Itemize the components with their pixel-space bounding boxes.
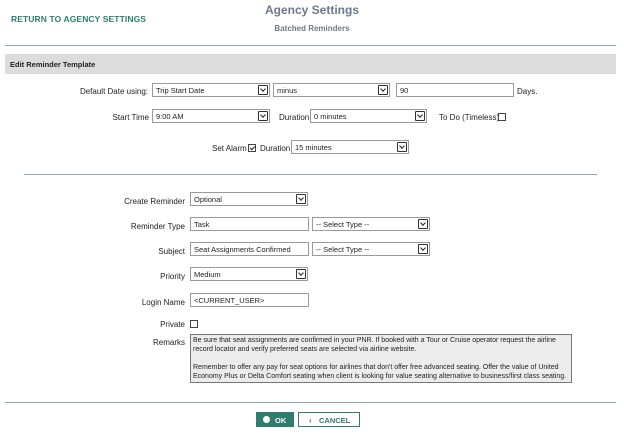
start-duration-label: Duration [279, 113, 310, 122]
create-reminder-value: Optional [194, 195, 222, 204]
subject-select[interactable]: -- Select Type -- [312, 242, 430, 256]
alarm-duration-select[interactable]: 15 minutes [291, 140, 409, 154]
default-date-direction-select[interactable]: minus [273, 83, 390, 97]
reminder-type-select-value: -- Select Type -- [316, 220, 370, 229]
subject-label: Subject [158, 247, 185, 256]
start-duration-select[interactable]: 0 minutes [310, 109, 427, 123]
login-name-input[interactable]: <CURRENT_USER> [190, 293, 309, 307]
days-input[interactable]: 90 [396, 83, 514, 97]
remarks-label: Remarks [152, 338, 185, 347]
default-date-basis-value: Trip Start Date [156, 86, 205, 95]
priority-select[interactable]: Medium [190, 267, 308, 281]
section-header: Edit Reminder Template [5, 54, 616, 74]
priority-value: Medium [194, 270, 221, 279]
subject-input[interactable]: Seat Assignments Confirmed [190, 242, 309, 256]
footer-divider [5, 402, 616, 403]
days-label: Days. [517, 87, 538, 96]
section-title: Edit Reminder Template [10, 60, 96, 69]
set-alarm-label: Set Alarm [212, 144, 247, 153]
chevron-down-icon [296, 269, 306, 279]
chevron-down-icon [418, 244, 428, 254]
remarks-paragraph-1: Be sure that seat assignments are confir… [193, 337, 556, 353]
start-time-value: 9:00 AM [156, 112, 184, 121]
page-subtitle: Batched Reminders [274, 24, 350, 33]
chevron-down-icon [415, 111, 425, 121]
default-date-direction-value: minus [277, 86, 298, 95]
subject-select-value: -- Select Type -- [316, 245, 370, 254]
cancel-button[interactable]: ‹ CANCEL [298, 412, 360, 427]
cancel-button-label: CANCEL [319, 416, 351, 425]
alarm-duration-label: Duration [260, 144, 291, 153]
ok-circle-icon [263, 416, 270, 423]
private-checkbox[interactable] [190, 320, 198, 328]
reminder-type-input[interactable]: Task [190, 217, 309, 231]
middle-divider [24, 174, 597, 175]
remarks-paragraph-2: Remember to offer any pay for seat optio… [193, 364, 567, 380]
private-label: Private [160, 320, 185, 329]
login-name-label: Login Name [141, 298, 185, 307]
todo-timeless-checkbox[interactable] [498, 113, 506, 121]
default-date-basis-select[interactable]: Trip Start Date [152, 83, 270, 97]
chevron-left-icon: ‹ [309, 416, 312, 425]
start-time-label: Start Time [112, 113, 149, 122]
chevron-down-icon [397, 142, 407, 152]
chevron-down-icon [258, 111, 268, 121]
ok-button-label: OK [275, 416, 287, 425]
chevron-down-icon [258, 85, 268, 95]
todo-timeless-label: To Do (Timeless) [439, 113, 500, 122]
header-divider [5, 45, 616, 46]
chevron-down-icon [418, 219, 428, 229]
chevron-down-icon [378, 85, 388, 95]
reminder-type-select[interactable]: -- Select Type -- [312, 217, 430, 231]
remarks-textarea[interactable]: Be sure that seat assignments are confir… [190, 334, 572, 383]
set-alarm-checkbox[interactable] [248, 144, 256, 152]
create-reminder-select[interactable]: Optional [190, 192, 308, 206]
alarm-duration-value: 15 minutes [295, 143, 332, 152]
start-time-select[interactable]: 9:00 AM [152, 109, 270, 123]
ok-button[interactable]: OK [256, 412, 294, 427]
chevron-down-icon [296, 194, 306, 204]
page-title: Agency Settings [264, 3, 360, 17]
reminder-type-label: Reminder Type [130, 222, 185, 231]
start-duration-value: 0 minutes [314, 112, 347, 121]
default-date-label: Default Date using: [79, 87, 148, 96]
priority-label: Priority [160, 272, 185, 281]
create-reminder-label: Create Reminder [124, 197, 185, 206]
